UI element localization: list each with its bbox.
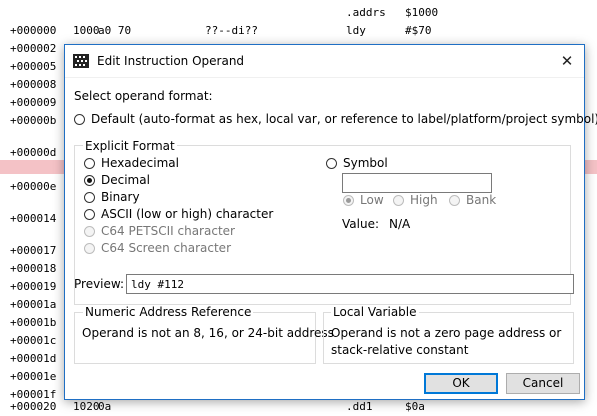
listing-offset: +00001e (10, 370, 57, 383)
local-var-text-line2: stack-relative constant (331, 343, 469, 357)
symbol-part-label[interactable]: High (410, 193, 438, 207)
listing-label: ??--di?? (205, 24, 258, 37)
format-radio[interactable] (84, 175, 95, 186)
cancel-button[interactable]: Cancel (506, 373, 580, 394)
symbol-field[interactable] (342, 173, 492, 193)
listing-operand: #$70 (405, 24, 432, 37)
format-radio[interactable] (84, 192, 95, 203)
listing-offset: +000000 (10, 24, 57, 37)
listing-offset: +000002 (10, 42, 57, 55)
format-radio (84, 243, 95, 254)
format-label: C64 PETSCII character (101, 224, 235, 238)
listing-offset: +00000e (10, 180, 57, 193)
listing-addr: 1020 (73, 400, 100, 413)
default-format-radio[interactable] (74, 114, 85, 125)
listing-addr: 1000 (73, 24, 100, 37)
listing-bytes: a0 70 (98, 24, 132, 37)
symbol-label[interactable]: Symbol (343, 156, 388, 170)
format-label[interactable]: Binary (101, 190, 140, 204)
listing-row[interactable]: +000000 1000 a0 70 ??--di?? ldy #$70 (0, 22, 597, 40)
value-text: N/A (389, 217, 411, 231)
format-label: C64 Screen character (101, 241, 231, 255)
listing-offset: +000009 (10, 96, 57, 109)
listing-opcode: ldy (346, 24, 366, 37)
edit-instruction-operand-dialog: Edit Instruction Operand ✕ Select operan… (64, 44, 597, 400)
value-label: Value: (342, 217, 379, 231)
symbol-part-radio[interactable] (393, 195, 404, 206)
symbol-input[interactable] (343, 174, 491, 192)
ok-button[interactable]: OK (424, 373, 498, 394)
default-format-label[interactable]: Default (auto-format as hex, local var, … (91, 112, 597, 126)
listing-operand: $1000 (405, 6, 439, 19)
listing-row[interactable]: .addrs $1000 (0, 4, 597, 22)
listing-offset: +00001b (10, 316, 57, 329)
numeric-ref-text: Operand is not an 8, 16, or 24-bit addre… (82, 326, 334, 340)
format-radio[interactable] (84, 158, 95, 169)
dialog-title: Edit Instruction Operand (97, 54, 245, 68)
local-var-title: Local Variable (331, 305, 419, 319)
symbol-part-label[interactable]: Low (360, 193, 384, 207)
listing-offset: +000019 (10, 280, 57, 293)
select-format-label: Select operand format: (74, 89, 213, 103)
listing-offset: +00001a (10, 298, 57, 311)
listing-offset: +000005 (10, 60, 57, 73)
preview-field[interactable] (126, 274, 574, 294)
format-radio[interactable] (84, 209, 95, 220)
symbol-part-radio[interactable] (449, 195, 460, 206)
preview-input[interactable] (127, 275, 573, 293)
symbol-radio[interactable] (326, 158, 337, 169)
format-label[interactable]: ASCII (low or high) character (101, 207, 273, 221)
listing-offset: +000020 (10, 400, 57, 413)
listing-opcode: .dd1 (346, 400, 373, 413)
listing-operand: $0a (405, 400, 425, 413)
symbol-part-label[interactable]: Bank (466, 193, 496, 207)
listing-offset: +00001c (10, 334, 57, 347)
close-icon: ✕ (560, 52, 574, 70)
local-var-text-line1: Operand is not a zero page address or (331, 326, 562, 340)
listing-offset: +00000d (10, 146, 57, 159)
listing-offset: +00001d (10, 352, 57, 365)
listing-offset: +000014 (10, 212, 57, 225)
listing-row[interactable]: +000020 1020 0a .dd1 $0a (0, 398, 597, 416)
format-radio (84, 226, 95, 237)
listing-offset: +00000b (10, 114, 57, 127)
symbol-part-radio[interactable] (343, 195, 354, 206)
listing-offset: +000018 (10, 262, 57, 275)
app-icon (73, 54, 89, 68)
listing-offset: +000017 (10, 244, 57, 257)
listing-opcode: .addrs (346, 6, 386, 19)
dialog-titlebar[interactable]: Edit Instruction Operand ✕ (65, 45, 584, 78)
format-label[interactable]: Decimal (101, 173, 150, 187)
close-button[interactable]: ✕ (550, 45, 584, 77)
preview-label: Preview: (74, 277, 125, 291)
numeric-ref-title: Numeric Address Reference (83, 305, 254, 319)
listing-offset: +000008 (10, 78, 57, 91)
listing-bytes: 0a (98, 400, 112, 413)
format-label[interactable]: Hexadecimal (101, 156, 179, 170)
explicit-format-title: Explicit Format (83, 139, 177, 153)
